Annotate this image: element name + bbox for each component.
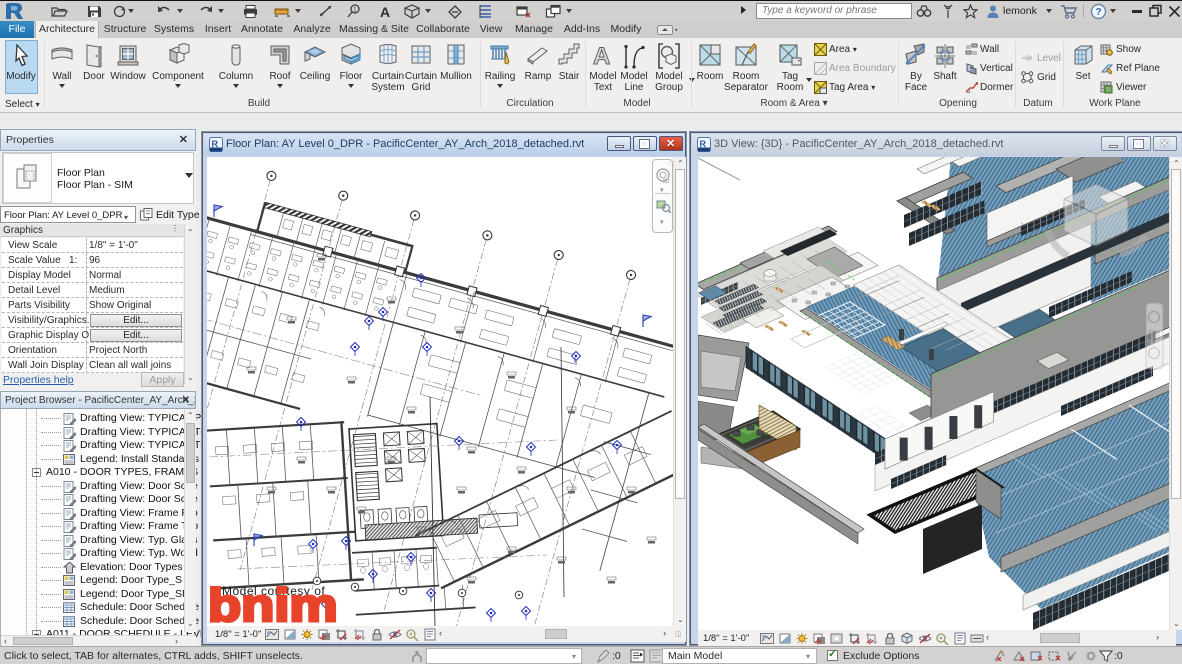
svg-text:2D: 2D [663, 179, 670, 184]
svg-text:A: A [593, 43, 610, 70]
svg-text:A: A [380, 4, 390, 19]
svg-text:?: ? [1096, 7, 1102, 18]
